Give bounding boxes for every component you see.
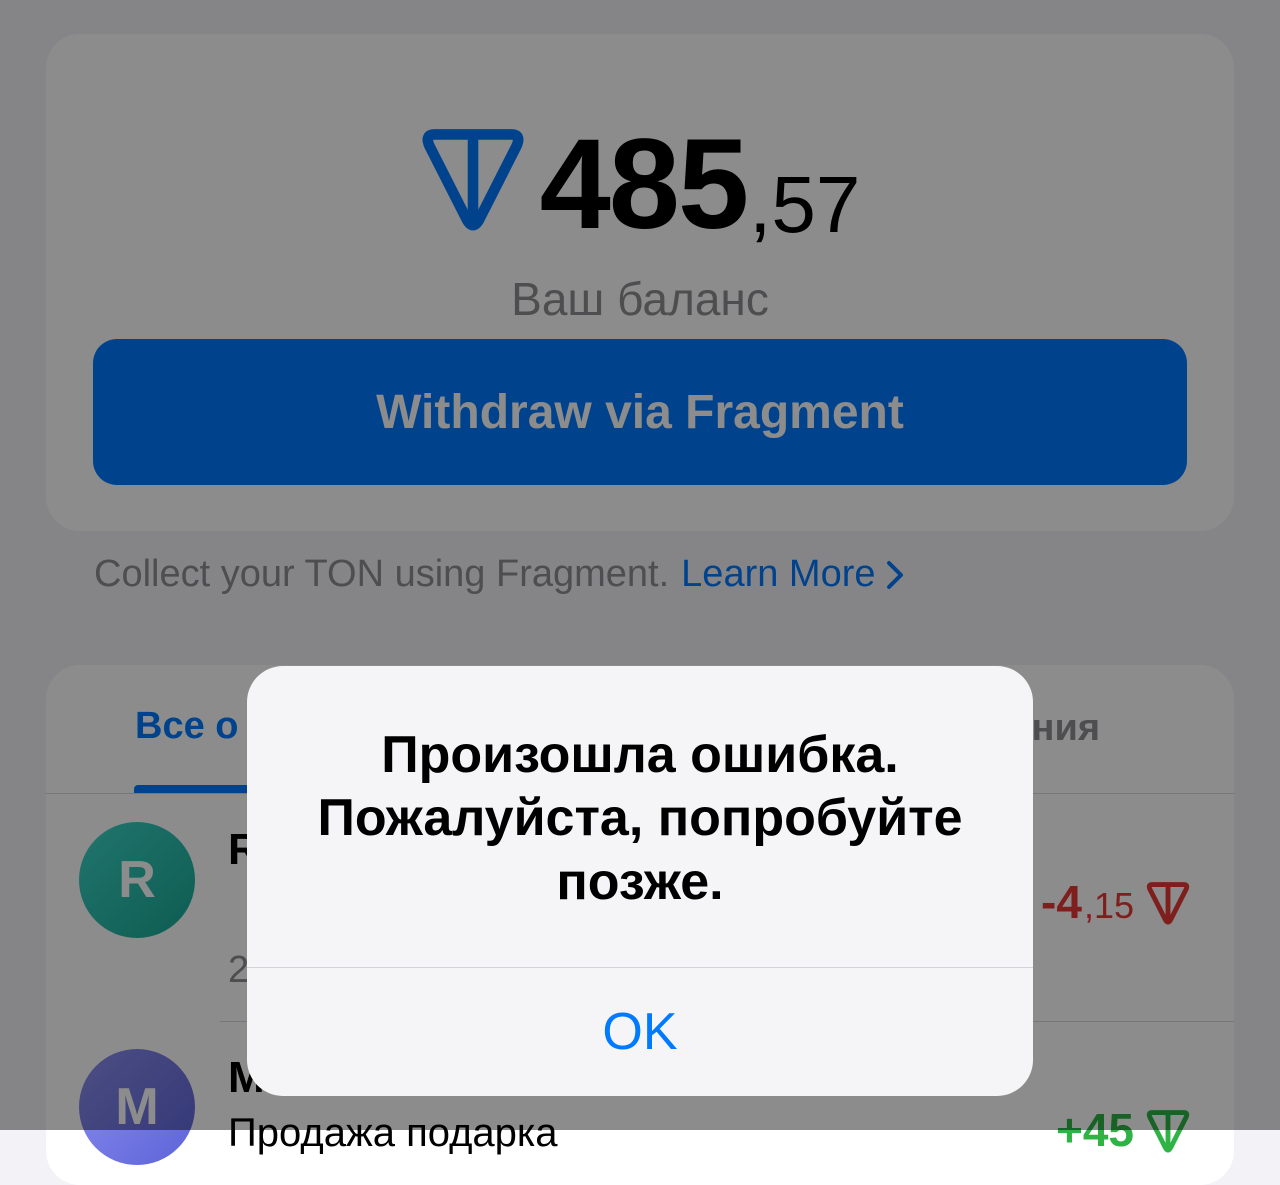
error-alert: Произошла ошибка. Пожалуйста, попробуйте… [247,666,1033,1096]
alert-ok-button[interactable]: OK [247,968,1033,1096]
alert-message: Произошла ошибка. Пожалуйста, попробуйте… [317,726,963,911]
